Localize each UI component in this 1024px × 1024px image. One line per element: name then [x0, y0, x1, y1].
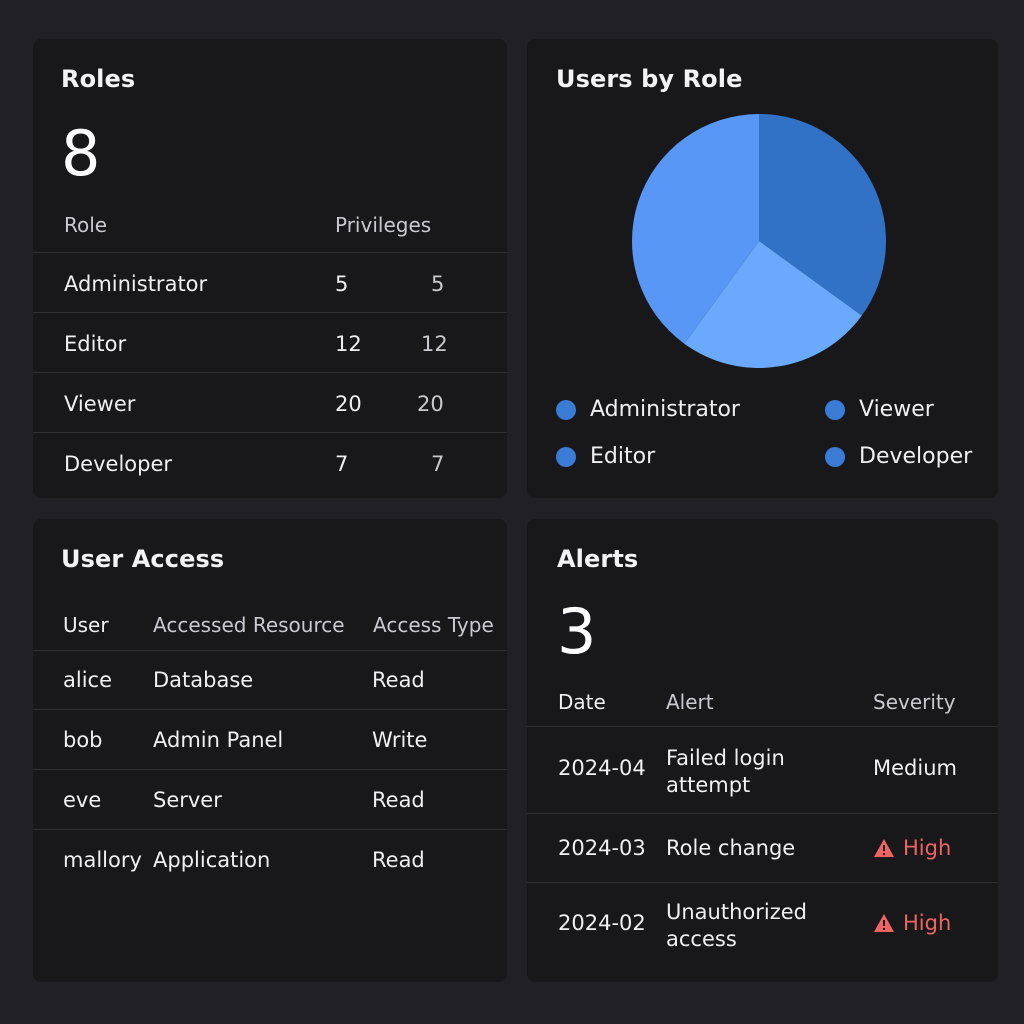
alert-date: 2024-03 [558, 836, 646, 860]
roles-count: 8 [61, 117, 101, 190]
access-resource: Admin Panel [153, 728, 284, 752]
role-name: Viewer [64, 392, 136, 416]
access-type: Read [372, 848, 425, 872]
access-type: Write [372, 728, 428, 752]
role-privileges-secondary: 20 [417, 392, 444, 416]
roles-header-role: Role [64, 213, 108, 237]
access-header-resource: Accessed Resource [153, 613, 345, 637]
alert-date: 2024-02 [558, 911, 646, 935]
access-header-user: User [63, 613, 109, 637]
table-row[interactable]: 2024-04 Failed login attempt Medium [527, 727, 998, 813]
alert-text: Role change [666, 836, 796, 860]
role-name: Administrator [64, 272, 208, 296]
role-privileges: 12 [335, 332, 362, 356]
users-by-role-card: Users by Role Administrator Viewer Edito… [527, 39, 998, 498]
table-row[interactable]: eve Server Read [33, 770, 507, 830]
alerts-header-date: Date [558, 690, 606, 714]
access-type: Read [372, 668, 425, 692]
legend-dot [556, 399, 576, 420]
table-row[interactable]: 2024-02 Unauthorized access High [527, 883, 998, 969]
legend-label: Editor [590, 444, 656, 469]
user-access-title: User Access [61, 545, 225, 573]
legend-item-editor[interactable]: Editor [556, 444, 655, 469]
role-privileges: 5 [335, 272, 349, 296]
users-by-role-title: Users by Role [556, 65, 743, 93]
access-user: bob [63, 728, 103, 752]
legend-label: Administrator [590, 397, 740, 422]
alerts-title: Alerts [557, 545, 639, 573]
pie-chart [632, 114, 886, 368]
alerts-header-severity: Severity [873, 690, 956, 714]
access-type: Read [372, 788, 425, 812]
access-header-type: Access Type [373, 613, 494, 637]
legend-item-developer[interactable]: Developer [825, 444, 972, 469]
table-row[interactable]: Developer 7 7 [33, 433, 507, 493]
roles-title: Roles [61, 65, 136, 93]
roles-header-privileges: Privileges [335, 213, 432, 237]
severity-label: High [903, 911, 952, 935]
access-resource: Server [153, 788, 222, 812]
legend-label: Viewer [859, 397, 934, 422]
alert-severity: Medium [873, 756, 957, 780]
access-user: eve [63, 788, 102, 812]
alert-date: 2024-04 [558, 756, 646, 780]
role-name: Developer [64, 452, 173, 476]
severity-label: High [903, 836, 952, 860]
legend-dot [825, 399, 845, 420]
access-user: mallory [63, 848, 142, 872]
alert-severity-high: High [873, 836, 951, 860]
role-privileges: 20 [335, 392, 362, 416]
legend-item-administrator[interactable]: Administrator [556, 397, 740, 422]
table-row[interactable]: Administrator 5 5 [33, 253, 507, 313]
access-user: alice [63, 668, 113, 692]
alert-severity-high: High [873, 911, 951, 935]
user-access-card: User Access User Accessed Resource Acces… [33, 519, 507, 982]
table-row[interactable]: Editor 12 12 [33, 313, 507, 373]
alerts-count: 3 [557, 595, 597, 668]
access-resource: Application [153, 848, 271, 872]
alerts-header-alert: Alert [666, 690, 714, 714]
table-row[interactable]: Viewer 20 20 [33, 373, 507, 433]
table-row[interactable]: 2024-03 Role change High [527, 814, 998, 882]
role-privileges: 7 [335, 452, 349, 476]
alerts-card: Alerts 3 Date Alert Severity 2024-04 Fai… [527, 519, 998, 982]
warning-icon [874, 839, 894, 857]
role-privileges-secondary: 7 [431, 452, 445, 476]
role-privileges-secondary: 5 [431, 272, 445, 296]
roles-card: Roles 8 Role Privileges Administrator 5 … [33, 39, 507, 498]
table-row[interactable]: bob Admin Panel Write [33, 710, 507, 770]
access-resource: Database [153, 668, 254, 692]
alert-text: Unauthorized access [666, 900, 807, 951]
legend-dot [825, 446, 845, 467]
table-row[interactable]: mallory Application Read [33, 830, 507, 890]
warning-icon [874, 914, 894, 932]
legend-item-viewer[interactable]: Viewer [825, 397, 934, 422]
legend-label: Developer [859, 444, 973, 469]
role-name: Editor [64, 332, 127, 356]
table-row[interactable]: alice Database Read [33, 651, 507, 711]
legend-dot [556, 446, 576, 467]
alert-text: Failed login attempt [666, 746, 785, 797]
role-privileges-secondary: 12 [421, 332, 448, 356]
